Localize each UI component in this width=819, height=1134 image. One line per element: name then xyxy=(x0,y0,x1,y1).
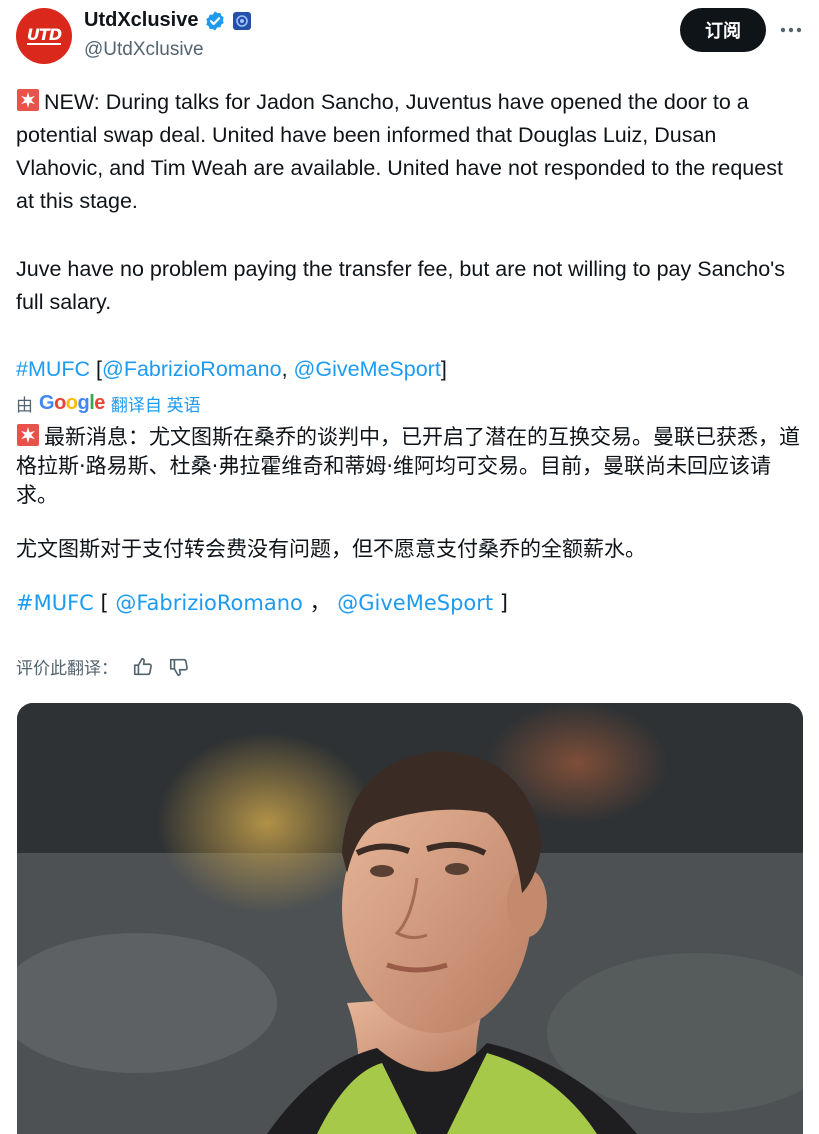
translated-mention-fabrizio-romano[interactable]: @FabrizioRomano xyxy=(115,591,303,615)
tweet-tags-line: #MUFC [@FabrizioRomano, @GiveMeSport] xyxy=(16,353,806,386)
bracket-close: ] xyxy=(440,357,447,381)
subscribe-button[interactable]: 订阅 xyxy=(680,8,766,52)
mention-separator: , xyxy=(281,357,294,381)
translated-mention-givemesport[interactable]: @GiveMeSport xyxy=(337,591,493,615)
tweet-paragraph-1-text: NEW: During talks for Jadon Sancho, Juve… xyxy=(16,90,783,213)
siren-emoji-icon xyxy=(17,89,39,111)
author-avatar[interactable]: UTD xyxy=(16,8,72,64)
author-handle[interactable]: @UtdXclusive xyxy=(84,39,204,61)
player-photo xyxy=(17,703,803,1134)
rate-translation-row: 评价此翻译： xyxy=(16,654,190,679)
more-options-icon[interactable] xyxy=(778,18,804,42)
translated-paragraph-1: 最新消息：尤文图斯在桑乔的谈判中，已开启了潜在的互换交易。曼联已获悉，道格拉斯·… xyxy=(16,423,806,510)
translated-mention-separator: ， xyxy=(302,591,338,615)
translated-bracket-open: [ xyxy=(93,591,116,615)
translated-by-label: 由 xyxy=(16,396,33,415)
bracket-open: [ xyxy=(90,357,103,381)
author-display-name[interactable]: UtdXclusive xyxy=(84,9,198,32)
verified-badge-icon xyxy=(206,10,225,31)
google-logo: Google xyxy=(39,392,105,414)
translated-hashtag-mufc[interactable]: #MUFC xyxy=(16,591,94,615)
hashtag-mufc[interactable]: #MUFC xyxy=(16,357,90,381)
thumbs-up-icon[interactable] xyxy=(132,656,154,678)
rate-translation-label: 评价此翻译： xyxy=(16,659,118,679)
tweet-header: UTD UtdXclusive @UtdXclusive 订阅 xyxy=(0,0,819,80)
translated-tags-line: #MUFC [ @FabrizioRomano ， @GiveMeSport ] xyxy=(16,589,806,618)
translation-attribution: 由 Google 翻译自 英语 xyxy=(16,391,201,416)
author-name-row: UtdXclusive xyxy=(84,9,252,32)
tweet-paragraph-1: NEW: During talks for Jadon Sancho, Juve… xyxy=(16,86,806,218)
siren-emoji-icon xyxy=(17,424,39,446)
translated-paragraph-2: 尤文图斯对于支付转会费没有问题，但不愿意支付桑乔的全额薪水。 xyxy=(16,537,646,561)
tweet-paragraph-2: Juve have no problem paying the transfer… xyxy=(16,257,786,314)
affiliate-badge-icon xyxy=(233,11,252,30)
avatar-logo-text: UTD xyxy=(26,25,62,45)
translated-bracket-close: ] xyxy=(493,591,508,615)
tweet-media-photo[interactable] xyxy=(17,703,803,1134)
mention-givemesport[interactable]: @GiveMeSport xyxy=(294,357,441,381)
mention-fabrizio-romano[interactable]: @FabrizioRomano xyxy=(102,357,282,381)
translated-from-link[interactable]: 翻译自 英语 xyxy=(111,391,201,416)
translated-paragraph-1-text: 最新消息：尤文图斯在桑乔的谈判中，已开启了潜在的互换交易。曼联已获悉，道格拉斯·… xyxy=(16,425,800,507)
thumbs-down-icon[interactable] xyxy=(168,656,190,678)
